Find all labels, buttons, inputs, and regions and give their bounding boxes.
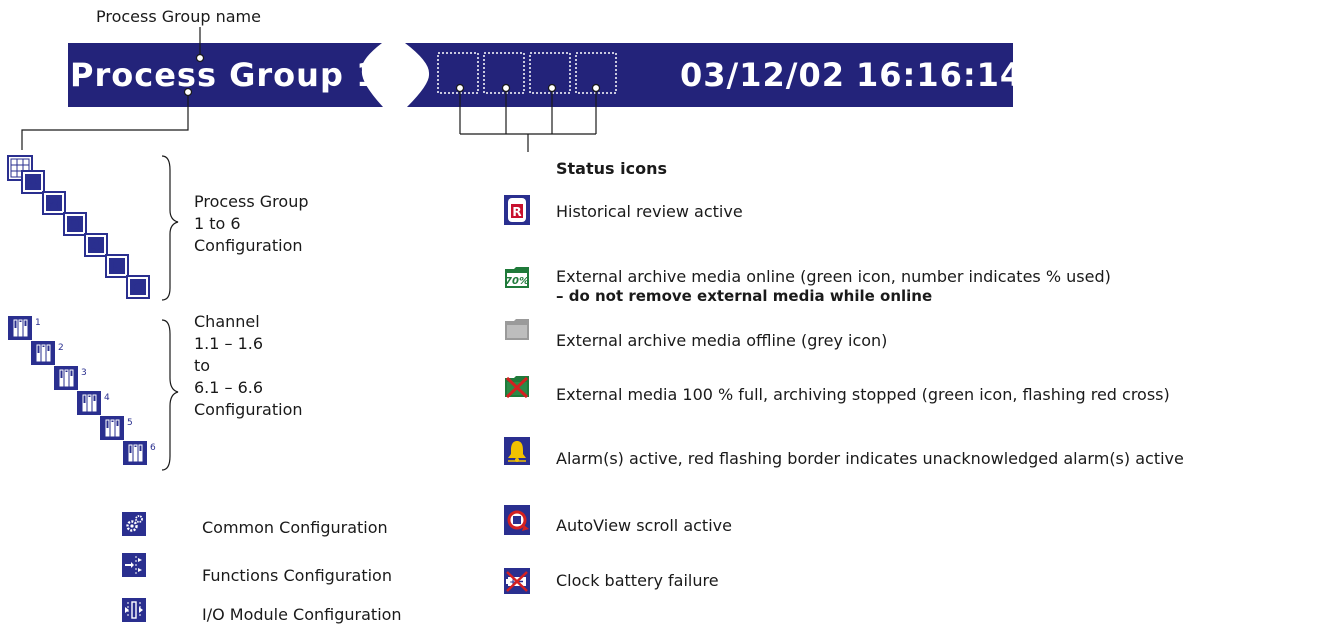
channel-icon-2: 2 bbox=[31, 341, 64, 365]
status-label-archive-full: External media 100 % full, archiving sto… bbox=[556, 385, 1170, 404]
status-label-archive-offline: External archive media offline (grey ico… bbox=[556, 331, 888, 350]
process-group-box-2: 2 bbox=[42, 191, 66, 215]
archive-online-icon: 70% bbox=[504, 264, 530, 290]
process-group-config-label: Process Group 1 to 6 Configuration bbox=[194, 192, 309, 255]
archive-full-icon bbox=[504, 373, 530, 399]
status-label-autoview: AutoView scroll active bbox=[556, 516, 732, 535]
process-group-box-6: 6 bbox=[126, 275, 150, 299]
status-label-historical: Historical review active bbox=[556, 202, 743, 221]
status-note-archive-online: – do not remove external media while onl… bbox=[556, 287, 933, 305]
svg-text:R: R bbox=[512, 205, 521, 219]
process-group-box-5: 5 bbox=[105, 254, 129, 278]
functions-config-label: Functions Configuration bbox=[202, 566, 392, 585]
status-label-alarm: Alarm(s) active, red flashing border ind… bbox=[556, 449, 1184, 468]
common-config-label: Common Configuration bbox=[202, 518, 388, 537]
functions-config-icon[interactable] bbox=[122, 553, 146, 577]
channel-number: 4 bbox=[104, 393, 110, 403]
svg-text:70%: 70% bbox=[505, 276, 529, 287]
channel-number: 1 bbox=[35, 318, 41, 328]
process-group-number: 3 bbox=[72, 220, 79, 231]
process-group-number: 6 bbox=[135, 283, 142, 294]
config-braces bbox=[161, 155, 179, 471]
channel-number: 5 bbox=[127, 418, 133, 428]
status-label-clock-battery: Clock battery failure bbox=[556, 571, 719, 590]
channel-icon-5: 5 bbox=[100, 416, 133, 440]
status-icons-heading: Status icons bbox=[556, 159, 667, 178]
autoview-scroll-icon bbox=[504, 505, 530, 535]
process-group-number: 4 bbox=[93, 241, 100, 252]
archive-offline-icon bbox=[504, 316, 530, 342]
process-group-grid-icon: 1 2 3 4 5 6 bbox=[7, 155, 150, 299]
channel-icon-6: 6 bbox=[123, 441, 156, 465]
channel-config-label: Channel 1.1 – 1.6 to 6.1 – 6.6 Configura… bbox=[194, 312, 303, 419]
channel-number: 3 bbox=[81, 368, 87, 378]
time-display: 16:16:14 bbox=[856, 56, 1024, 94]
channel-config-icons: 1 2 3 4 5 6 bbox=[0, 310, 170, 480]
channel-icon-4: 4 bbox=[77, 391, 110, 415]
process-group-config-icons: 1 2 3 4 5 6 bbox=[0, 150, 160, 300]
clock-battery-icon: + bbox=[504, 568, 530, 594]
process-group-number: 1 bbox=[30, 178, 37, 189]
alarm-bell-icon bbox=[504, 437, 530, 465]
process-group-box-1: 1 bbox=[21, 170, 45, 194]
channel-icon-3: 3 bbox=[54, 366, 87, 390]
process-group-number: 2 bbox=[51, 199, 58, 210]
channel-icon-1: 1 bbox=[8, 316, 41, 340]
io-module-config-label: I/O Module Configuration bbox=[202, 605, 402, 624]
date-display: 03/12/02 bbox=[680, 56, 845, 94]
process-group-number: 5 bbox=[114, 262, 121, 273]
process-group-title: Process Group 1 bbox=[70, 56, 380, 94]
process-group-box-4: 4 bbox=[84, 233, 108, 257]
channel-config-icon-cascade: 1 2 3 4 5 6 bbox=[8, 316, 156, 465]
channel-number: 2 bbox=[58, 343, 64, 353]
io-module-config-icon[interactable] bbox=[122, 598, 146, 622]
historical-review-icon: R bbox=[504, 195, 530, 225]
common-config-gears-icon[interactable] bbox=[122, 512, 146, 536]
process-group-box-3: 3 bbox=[63, 212, 87, 236]
